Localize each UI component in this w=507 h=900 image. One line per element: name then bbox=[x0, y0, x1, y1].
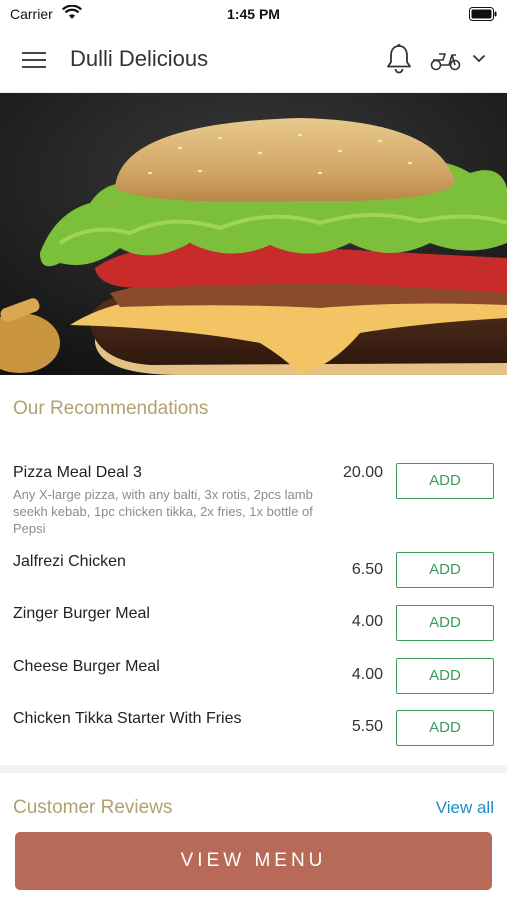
status-bar: Carrier 1:45 PM bbox=[0, 0, 507, 28]
item-name: Jalfrezi Chicken bbox=[13, 553, 126, 570]
view-menu-button[interactable]: VIEW MENU bbox=[15, 832, 492, 890]
add-button[interactable]: ADD bbox=[396, 710, 494, 746]
battery-icon bbox=[469, 7, 497, 21]
item-price: 20.00 bbox=[342, 464, 383, 481]
view-all-link[interactable]: View all bbox=[436, 798, 494, 818]
item-price: 6.50 bbox=[351, 561, 383, 578]
restaurant-title: Dulli Delicious bbox=[70, 46, 209, 71]
bell-icon[interactable] bbox=[385, 43, 413, 75]
add-button[interactable]: ADD bbox=[396, 658, 494, 694]
bottom-bar: VIEW MENU bbox=[0, 822, 507, 900]
add-button[interactable]: ADD bbox=[396, 552, 494, 588]
add-button[interactable]: ADD bbox=[396, 463, 494, 499]
item-price: 5.50 bbox=[351, 718, 383, 735]
item-name: Cheese Burger Meal bbox=[13, 658, 160, 675]
recommendations-title: Our Recommendations bbox=[13, 398, 209, 419]
chevron-down-icon[interactable] bbox=[472, 54, 486, 63]
hero-burger-image bbox=[0, 93, 507, 375]
burger-illustration bbox=[0, 93, 507, 375]
item-name: Chicken Tikka Starter With Fries bbox=[13, 710, 242, 727]
item-description: Any X-large pizza, with any balti, 3x ro… bbox=[13, 487, 313, 536]
menu-icon[interactable] bbox=[22, 50, 48, 70]
status-time: 1:45 PM bbox=[227, 6, 280, 22]
item-name: Pizza Meal Deal 3 bbox=[13, 464, 142, 481]
app-header: Dulli Delicious bbox=[0, 28, 507, 93]
item-price: 4.00 bbox=[351, 666, 383, 683]
item-price: 4.00 bbox=[351, 613, 383, 630]
add-button[interactable]: ADD bbox=[396, 605, 494, 641]
reviews-title: Customer Reviews bbox=[13, 797, 173, 818]
section-divider bbox=[0, 765, 507, 773]
scooter-icon[interactable] bbox=[430, 46, 462, 72]
item-name: Zinger Burger Meal bbox=[13, 605, 150, 622]
